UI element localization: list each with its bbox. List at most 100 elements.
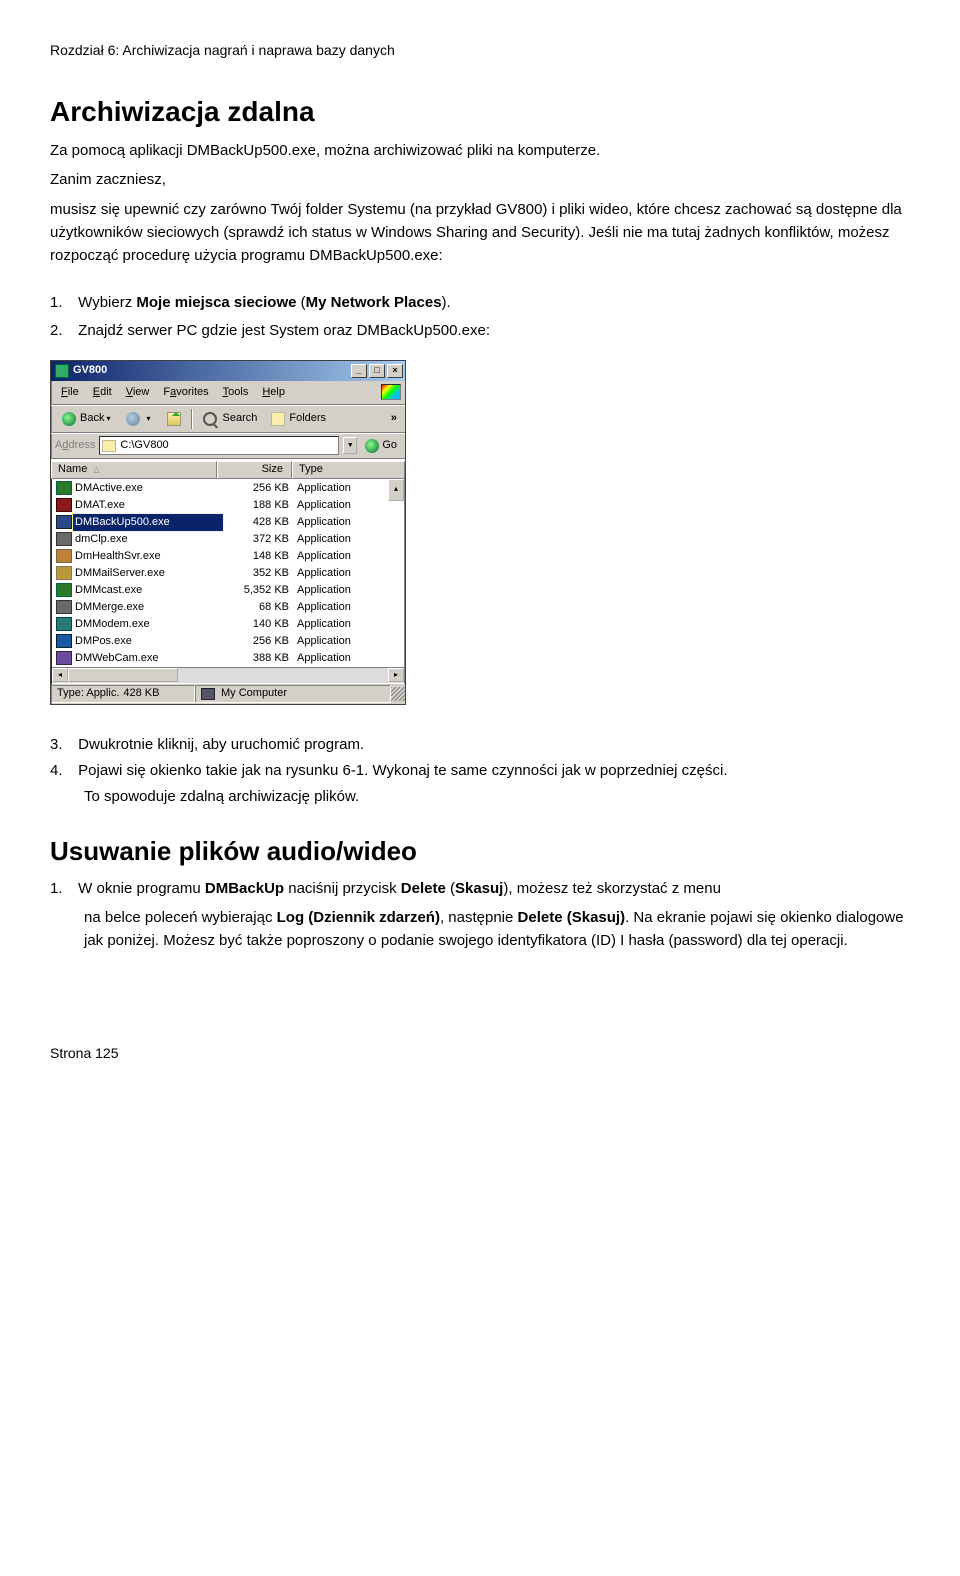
- column-header-size[interactable]: Size: [217, 461, 292, 479]
- up-button[interactable]: [160, 409, 188, 429]
- file-row[interactable]: DMPos.exe 256 KB Application: [52, 633, 404, 650]
- status-location-text: My Computer: [221, 685, 287, 702]
- intro-paragraph-1: Za pomocą aplikacji DMBackUp500.exe, moż…: [50, 139, 910, 192]
- scroll-thumb[interactable]: [68, 668, 178, 682]
- file-size: 188 KB: [223, 497, 297, 514]
- section2-step-1-continuation: na belce poleceń wybierając Log (Dzienni…: [84, 906, 910, 953]
- file-type: Application: [297, 514, 400, 531]
- intro-line1: Za pomocą aplikacji DMBackUp500.exe, moż…: [50, 142, 600, 159]
- scroll-up-button[interactable]: ▴: [388, 479, 404, 501]
- file-name: DMAT.exe: [75, 497, 223, 514]
- status-type-text: Type: Applic.: [57, 685, 119, 702]
- maximize-button[interactable]: □: [369, 364, 385, 378]
- file-name: DMMerge.exe: [75, 599, 223, 616]
- close-button[interactable]: ×: [387, 364, 403, 378]
- file-row[interactable]: DMModem.exe 140 KB Application: [52, 616, 404, 633]
- resize-grip[interactable]: [391, 687, 405, 701]
- column-header-type[interactable]: Type: [292, 461, 405, 479]
- titlebar[interactable]: GV800 _ □ ×: [51, 361, 405, 381]
- file-name: DmHealthSvr.exe: [75, 548, 223, 565]
- step-4-text: Pojawi się okienko takie jak na rysunku …: [78, 762, 727, 779]
- file-row[interactable]: DMAT.exe 188 KB Application: [52, 497, 404, 514]
- scroll-right-button[interactable]: ▸: [388, 668, 404, 682]
- menu-view[interactable]: View: [120, 383, 156, 402]
- minimize-button[interactable]: _: [351, 364, 367, 378]
- address-bar: Address C:\GV800 ▼ Go: [51, 434, 405, 458]
- file-type: Application: [297, 616, 400, 633]
- folder-up-icon: [167, 412, 181, 426]
- scroll-left-button[interactable]: ◂: [52, 668, 68, 682]
- section-title-archiwizacja-zdalna: Archiwizacja zdalna: [50, 90, 910, 133]
- intro-line2-lead: Zanim zaczniesz,: [50, 171, 166, 188]
- file-row[interactable]: DMMcast.exe 5,352 KB Application: [52, 582, 404, 599]
- file-row[interactable]: DMActive.exe 256 KB Application: [52, 480, 404, 497]
- file-type: Application: [297, 633, 400, 650]
- file-size: 352 KB: [223, 565, 297, 582]
- file-row[interactable]: DMWebCam.exe 388 KB Application: [52, 650, 404, 667]
- section2-step-1-num: 1.: [50, 877, 74, 900]
- forward-dropdown-arrow[interactable]: ▾: [144, 413, 152, 425]
- toolbar: Back ▾ ▾ Search Folders »: [51, 406, 405, 432]
- address-input[interactable]: C:\GV800: [99, 436, 339, 455]
- step-4-num: 4.: [50, 759, 74, 782]
- file-size: 428 KB: [223, 514, 297, 531]
- menu-help[interactable]: Help: [256, 383, 291, 402]
- file-row[interactable]: dmClp.exe 372 KB Application: [52, 531, 404, 548]
- step-2-text: Znajdź serwer PC gdzie jest System oraz …: [78, 322, 490, 339]
- file-name: DMBackUp500.exe: [73, 514, 223, 531]
- menu-favorites[interactable]: Favorites: [157, 383, 214, 402]
- status-pane-location: My Computer: [195, 685, 391, 703]
- back-button[interactable]: Back ▾: [55, 409, 119, 429]
- menu-file[interactable]: File: [55, 383, 85, 402]
- status-bar: Type: Applic. 428 KB My Computer: [51, 684, 405, 704]
- file-name: DMMcast.exe: [75, 582, 223, 599]
- step-2: 2. Znajdź serwer PC gdzie jest System or…: [50, 319, 910, 342]
- exe-icon: [56, 515, 72, 529]
- computer-icon: [201, 688, 215, 700]
- forward-arrow-icon: [126, 412, 140, 426]
- back-dropdown-arrow[interactable]: ▾: [104, 413, 112, 425]
- horizontal-scrollbar[interactable]: ◂ ▸: [52, 667, 404, 683]
- exe-icon: [56, 549, 72, 563]
- back-arrow-icon: [62, 412, 76, 426]
- exe-icon: [56, 583, 72, 597]
- address-dropdown[interactable]: ▼: [343, 437, 357, 454]
- explorer-window: GV800 _ □ × File Edit View Favorites Too…: [50, 360, 406, 705]
- file-size: 148 KB: [223, 548, 297, 565]
- folders-icon: [271, 412, 285, 426]
- file-name: DMModem.exe: [75, 616, 223, 633]
- file-type: Application: [297, 480, 400, 497]
- exe-icon: [56, 532, 72, 546]
- section2-step-1: 1. W oknie programu DMBackUp naciśnij pr…: [50, 877, 910, 900]
- file-size: 68 KB: [223, 599, 297, 616]
- file-type: Application: [297, 582, 400, 599]
- step-1-num: 1.: [50, 291, 74, 314]
- file-row[interactable]: DmHealthSvr.exe 148 KB Application: [52, 548, 404, 565]
- menu-edit[interactable]: Edit: [87, 383, 118, 402]
- exe-icon: [56, 651, 72, 665]
- folders-button[interactable]: Folders: [264, 409, 333, 429]
- menu-tools[interactable]: Tools: [217, 383, 255, 402]
- file-row[interactable]: DMMerge.exe 68 KB Application: [52, 599, 404, 616]
- column-headers: Name △ Size Type: [51, 460, 405, 479]
- file-name: DMMailServer.exe: [75, 565, 223, 582]
- file-size: 372 KB: [223, 531, 297, 548]
- file-row-selected[interactable]: DMBackUp500.exe 428 KB Application: [52, 514, 404, 531]
- menubar: File Edit View Favorites Tools Help: [51, 381, 405, 404]
- file-name: DMPos.exe: [75, 633, 223, 650]
- section2-step-1-text: W oknie programu DMBackUp naciśnij przyc…: [78, 880, 721, 897]
- search-button[interactable]: Search: [196, 409, 265, 429]
- status-pane-type: Type: Applic. 428 KB: [51, 685, 195, 703]
- scroll-track[interactable]: [178, 668, 388, 683]
- file-size: 140 KB: [223, 616, 297, 633]
- toolbar-overflow[interactable]: »: [387, 408, 401, 429]
- go-button[interactable]: Go: [361, 437, 401, 454]
- column-header-name[interactable]: Name △: [51, 461, 217, 479]
- sort-indicator-icon: △: [93, 464, 99, 476]
- windows-flag-icon: [381, 384, 401, 400]
- file-name: DMActive.exe: [75, 480, 223, 497]
- chapter-header: Rozdział 6: Archiwizacja nagrań i napraw…: [50, 40, 910, 62]
- forward-button[interactable]: ▾: [119, 409, 159, 429]
- step-1-text: Wybierz Moje miejsca sieciowe (My Networ…: [78, 294, 451, 311]
- file-row[interactable]: DMMailServer.exe 352 KB Application: [52, 565, 404, 582]
